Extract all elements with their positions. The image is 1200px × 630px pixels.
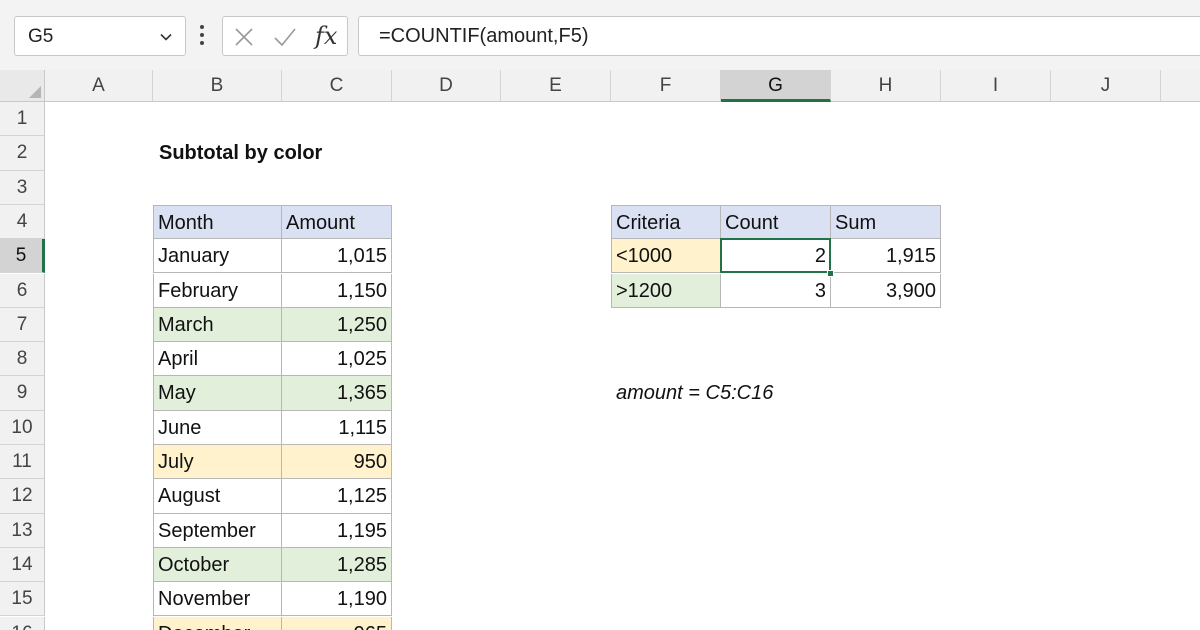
column-header-a[interactable]: A — [45, 70, 153, 102]
formula-buttons: fx — [222, 16, 348, 56]
month-cell[interactable]: May — [153, 376, 282, 411]
month-cell[interactable]: December — [153, 616, 282, 630]
amount-cell[interactable]: 1,015 — [282, 239, 392, 274]
row-header-2[interactable]: 2 — [0, 136, 45, 171]
summary-header-sum[interactable]: Sum — [831, 204, 941, 240]
month-cell[interactable]: October — [153, 547, 282, 583]
row-header-5[interactable]: 5 — [0, 239, 45, 274]
name-box-value: G5 — [28, 26, 54, 47]
amount-cell[interactable]: 1,250 — [282, 307, 392, 343]
column-header-k[interactable] — [1161, 70, 1200, 102]
insert-function-button[interactable]: fx — [315, 22, 337, 50]
month-cell[interactable]: July — [153, 445, 282, 480]
row-header-15[interactable]: 15 — [0, 582, 45, 617]
month-table-header-month[interactable]: Month — [153, 204, 282, 240]
sum-cell[interactable]: 1,915 — [831, 239, 941, 274]
column-header-i[interactable]: I — [941, 70, 1051, 102]
formula-input[interactable]: =COUNTIF(amount,F5) — [358, 16, 1200, 56]
amount-cell[interactable]: 1,115 — [282, 410, 392, 445]
formula-text: =COUNTIF(amount,F5) — [379, 25, 589, 47]
row-header-10[interactable]: 10 — [0, 410, 45, 445]
worksheet-grid[interactable]: ABCDEFGHIJ12345678910111213141516Subtota… — [0, 70, 1200, 630]
month-cell[interactable]: March — [153, 307, 282, 343]
amount-cell[interactable]: 1,195 — [282, 513, 392, 548]
column-header-j[interactable]: J — [1051, 70, 1161, 102]
amount-cell[interactable]: 950 — [282, 445, 392, 480]
formula-bar-area: G5 fx =COUNTIF(amount,F5) — [0, 0, 1200, 70]
column-header-f[interactable]: F — [611, 70, 721, 102]
name-box[interactable]: G5 — [14, 16, 186, 56]
summary-header-criteria[interactable]: Criteria — [611, 204, 721, 240]
month-cell[interactable]: November — [153, 582, 282, 617]
criteria-cell[interactable]: >1200 — [611, 273, 721, 308]
amount-cell[interactable]: 1,285 — [282, 547, 392, 583]
month-cell[interactable]: February — [153, 273, 282, 308]
named-range-note[interactable]: amount = C5:C16 — [612, 376, 912, 410]
row-header-16[interactable]: 16 — [0, 616, 45, 630]
more-options-icon[interactable] — [196, 22, 208, 48]
month-cell[interactable]: January — [153, 239, 282, 274]
month-cell[interactable]: April — [153, 342, 282, 377]
row-header-11[interactable]: 11 — [0, 445, 45, 480]
sum-cell[interactable]: 3,900 — [831, 273, 941, 308]
amount-cell[interactable]: 1,125 — [282, 479, 392, 514]
amount-cell[interactable]: 1,150 — [282, 273, 392, 308]
row-header-9[interactable]: 9 — [0, 376, 45, 411]
row-header-1[interactable]: 1 — [0, 102, 45, 137]
criteria-cell[interactable]: <1000 — [611, 239, 721, 274]
month-cell[interactable]: June — [153, 410, 282, 445]
column-header-d[interactable]: D — [392, 70, 501, 102]
row-header-7[interactable]: 7 — [0, 307, 45, 343]
month-cell[interactable]: August — [153, 479, 282, 514]
cancel-icon[interactable] — [233, 26, 255, 48]
column-header-g[interactable]: G — [721, 70, 831, 102]
enter-check-icon[interactable] — [273, 26, 297, 48]
fill-handle[interactable] — [827, 269, 834, 277]
amount-cell[interactable]: 1,365 — [282, 376, 392, 411]
row-header-6[interactable]: 6 — [0, 273, 45, 308]
row-header-14[interactable]: 14 — [0, 547, 45, 583]
row-header-12[interactable]: 12 — [0, 479, 45, 514]
amount-cell[interactable]: 1,190 — [282, 582, 392, 617]
row-header-3[interactable]: 3 — [0, 170, 45, 205]
column-header-h[interactable]: H — [831, 70, 941, 102]
summary-header-count[interactable]: Count — [721, 204, 831, 240]
month-table-header-amount[interactable]: Amount — [282, 204, 392, 240]
amount-cell[interactable]: 1,025 — [282, 342, 392, 377]
count-cell[interactable]: 2 — [721, 239, 831, 274]
column-header-c[interactable]: C — [282, 70, 392, 102]
column-header-b[interactable]: B — [153, 70, 282, 102]
row-header-13[interactable]: 13 — [0, 513, 45, 548]
chevron-down-icon[interactable] — [159, 30, 173, 44]
amount-cell[interactable]: 965 — [282, 616, 392, 630]
row-header-4[interactable]: 4 — [0, 204, 45, 240]
column-header-e[interactable]: E — [501, 70, 611, 102]
month-cell[interactable]: September — [153, 513, 282, 548]
count-cell[interactable]: 3 — [721, 273, 831, 308]
select-all-corner[interactable] — [0, 70, 45, 102]
sheet-title[interactable]: Subtotal by color — [155, 136, 415, 170]
row-header-8[interactable]: 8 — [0, 342, 45, 377]
